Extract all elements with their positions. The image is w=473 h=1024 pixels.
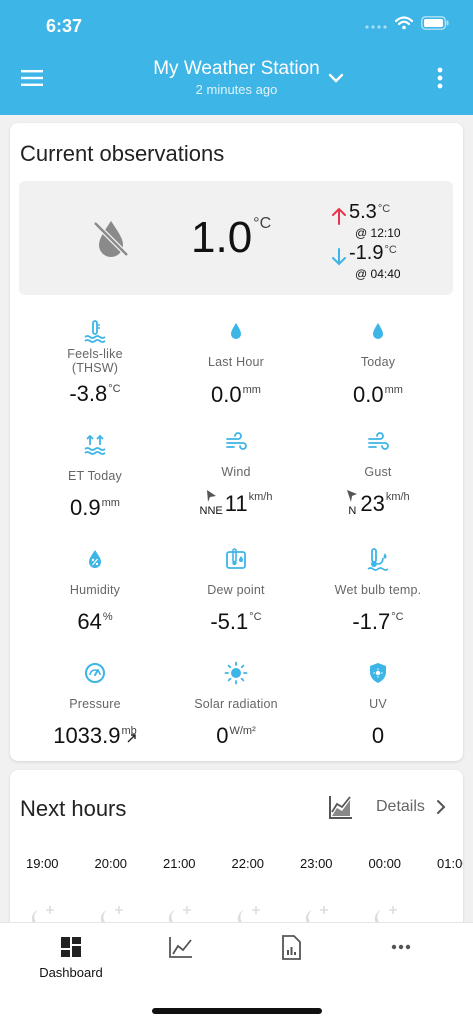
app-bar: 6:37 My Weather Station 2 minutes ago — [0, 0, 473, 115]
et-today-value: 0.9mm — [70, 495, 120, 520]
wind-value: NNE 11km/h — [199, 489, 273, 517]
direction-arrow-icon — [207, 490, 217, 502]
nav-reports[interactable] — [232, 935, 350, 961]
station-selector[interactable]: My Weather Station 2 minutes ago — [0, 58, 473, 97]
hour-label: 20:00 — [94, 856, 128, 871]
nav-dashboard-label: Dashboard — [39, 965, 103, 980]
hour-label: 00:00 — [368, 856, 402, 871]
sun-icon — [224, 661, 248, 685]
raindrop-icon — [373, 323, 383, 339]
next-hours-card: Next hours Details 19:00 20:00 21:00 22:… — [10, 770, 463, 930]
dashboard-icon — [61, 937, 81, 957]
nav-charts[interactable] — [122, 935, 240, 959]
uv-value: 0 — [371, 723, 385, 748]
obs-pressure[interactable]: Pressure 1033.9mb — [20, 661, 170, 749]
evaporation-icon — [84, 434, 106, 455]
details-link[interactable]: Details — [376, 798, 425, 816]
more-vertical-icon[interactable] — [430, 66, 450, 90]
obs-rain-today[interactable]: Today 0.0mm — [303, 319, 453, 408]
nav-dashboard[interactable]: Dashboard — [12, 935, 130, 980]
signal-icon — [365, 25, 387, 29]
status-icons — [365, 16, 449, 30]
hour-label: 19:00 — [26, 856, 59, 871]
status-time: 6:37 — [46, 16, 83, 36]
gust-direction: N — [346, 489, 358, 517]
chevron-right-icon[interactable] — [434, 799, 448, 815]
rain-last-hour-value: 0.0mm — [211, 382, 261, 407]
line-chart-icon — [169, 937, 192, 958]
current-observations-card: Current observations 1.0°C 5.3°C @ 12:10… — [10, 123, 463, 761]
report-icon — [282, 935, 301, 960]
wet-bulb-icon — [367, 548, 389, 571]
obs-gust[interactable]: Gust N 23km/h — [303, 431, 453, 517]
dew-point-icon — [226, 548, 246, 569]
arrow-up-icon — [332, 207, 346, 225]
obs-uv[interactable]: UV 0 — [303, 661, 453, 749]
more-horizontal-icon — [391, 944, 411, 950]
direction-arrow-icon — [347, 490, 358, 502]
chevron-down-icon[interactable] — [326, 68, 346, 88]
temperature-summary: 1.0°C 5.3°C @ 12:10 -1.9°C @ 04:40 — [19, 181, 453, 295]
current-observations-title: Current observations — [20, 141, 225, 166]
humidity-value: 64% — [77, 609, 113, 634]
current-temperature: 1.0°C — [191, 213, 272, 262]
no-rain-icon — [93, 221, 129, 257]
obs-humidity[interactable]: Humidity 64% — [20, 547, 170, 635]
wind-icon — [368, 432, 389, 450]
humidity-icon — [89, 550, 101, 568]
last-updated: 2 minutes ago — [195, 82, 278, 97]
gauge-icon — [85, 663, 105, 683]
home-indicator — [152, 1008, 322, 1014]
hour-label: 23:00 — [300, 856, 333, 871]
obs-et-today[interactable]: ET Today 0.9mm — [20, 433, 170, 521]
obs-feels-like[interactable]: Feels-like (THSW) -3.8°C — [20, 319, 170, 407]
battery-icon — [421, 16, 449, 30]
obs-rain-last-hour[interactable]: Last Hour 0.0mm — [161, 319, 311, 408]
pressure-value: 1033.9mb — [53, 723, 137, 748]
thermometer-water-icon — [84, 320, 106, 343]
feels-like-value: -3.8°C — [69, 381, 121, 406]
area-chart-icon[interactable] — [328, 794, 354, 820]
obs-solar-radiation[interactable]: Solar radiation 0W/m² — [161, 661, 311, 749]
wind-direction: NNE — [200, 489, 223, 517]
obs-wet-bulb[interactable]: Wet bulb temp. -1.7°C — [303, 547, 453, 635]
wind-icon — [226, 432, 247, 450]
obs-dew-point[interactable]: Dew point -5.1°C — [161, 547, 311, 635]
arrow-down-icon — [332, 248, 346, 266]
solar-radiation-value: 0W/m² — [216, 723, 256, 748]
rain-today-value: 0.0mm — [353, 382, 403, 407]
station-title: My Weather Station — [153, 58, 320, 79]
obs-wind[interactable]: Wind NNE 11km/h — [161, 431, 311, 517]
nav-more[interactable] — [342, 935, 460, 959]
next-hours-title: Next hours — [20, 796, 127, 821]
gust-value: N 23km/h — [303, 489, 453, 517]
raindrop-icon — [231, 323, 241, 339]
hour-label: 21:00 — [163, 856, 196, 871]
hours-row: 19:00 20:00 21:00 22:00 23:00 00:00 01:0… — [26, 856, 463, 871]
wifi-icon — [395, 16, 413, 30]
hour-label: 01:00 — [437, 856, 463, 871]
wet-bulb-value: -1.7°C — [352, 609, 404, 634]
shield-icon — [370, 663, 386, 683]
dew-point-value: -5.1°C — [210, 609, 262, 634]
hour-label: 22:00 — [231, 856, 265, 871]
